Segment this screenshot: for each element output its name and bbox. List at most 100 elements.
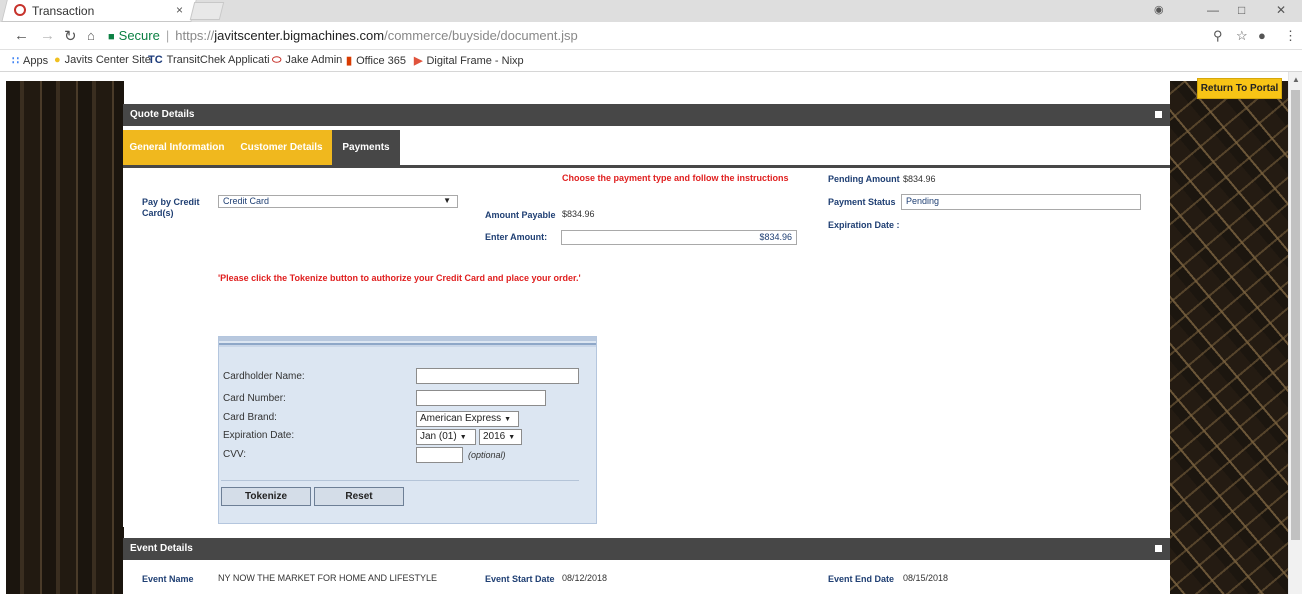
maximize-icon[interactable]: □ [1238,3,1245,17]
oracle-favicon-icon [14,4,26,16]
cardholder-name-input[interactable] [416,368,579,384]
bookmark-label: Apps [23,55,49,67]
home-icon[interactable]: ⌂ [87,28,95,43]
bookmark-javits[interactable]: ● Javits Center Site [54,54,151,66]
bookmark-apps[interactable]: ∷ Apps [12,54,48,67]
bookmark-digital-frame[interactable]: ▶ Digital Frame - Nixp [414,54,524,67]
scrollbar-thumb[interactable] [1291,90,1300,540]
new-tab-button[interactable] [189,2,225,20]
minimize-icon[interactable]: — [1207,3,1219,17]
apps-grid-icon: ∷ [12,55,19,67]
event-details-title: Event Details [130,543,193,554]
nixplay-icon: ▶ [414,55,423,67]
bookmarks-bar: ∷ Apps ● Javits Center Site TC TransitChek … [0,50,1302,72]
form-top-bar [219,337,596,341]
enter-amount-label: Enter Amount: [485,232,548,242]
collapse-icon[interactable] [1155,545,1162,552]
cvv-input[interactable] [416,447,463,463]
bookmark-label: Office 365 [356,55,407,67]
close-tab-icon[interactable]: × [176,3,183,17]
address-bar[interactable]: ■ Secure | https://javitscenter.bigmachines… [108,25,1208,47]
pay-by-label: Pay by Credit Card(s) [142,197,200,218]
event-details-header: Event Details [123,538,1170,560]
scroll-up-icon[interactable]: ▲ [1292,75,1300,84]
payment-type-select[interactable]: Credit Card ▼ [218,195,458,208]
bookmark-label: Jake Admin [285,54,343,66]
reset-button[interactable]: Reset [314,487,404,506]
url-host: javitscenter.bigmachines.com [214,28,385,43]
event-details-panel: Event Details Event Name NY NOW THE MARK… [123,538,1170,594]
tab-customer-details[interactable]: Customer Details [231,130,332,165]
exp-year-value: 2016 [483,431,506,442]
secure-label: Secure [118,28,160,43]
card-brand-select[interactable]: American Express ▼ [416,411,519,427]
dropdown-arrow-icon: ▼ [504,416,512,423]
amount-payable-label: Amount Payable [485,210,556,220]
return-to-portal-button[interactable]: Return To Portal [1197,78,1282,99]
exp-month-value: Jan (01) [420,431,457,442]
url-scheme: https:// [175,28,215,43]
url-path: /commerce/buyside/document.jsp [384,28,578,43]
enter-amount-input[interactable]: $834.96 [561,230,797,245]
bookmark-label: TransitChek Applicati [166,54,270,66]
credit-card-form: Cardholder Name: Card Number: Card Brand… [218,336,597,524]
exp-year-select[interactable]: 2016 ▼ [479,429,522,445]
exp-month-select[interactable]: Jan (01) ▼ [416,429,476,445]
browser-tab-strip: Transaction × ◉ — □ ✕ [0,0,1302,22]
tab-general-information[interactable]: General Information [123,130,231,165]
event-end-label: Event End Date [828,574,895,584]
card-brand-label: Card Brand: [223,412,277,423]
reload-icon[interactable]: ↻ [64,27,77,45]
card-number-input[interactable] [416,390,546,406]
pending-amount-value: $834.96 [903,174,936,184]
cvv-optional-hint: (optional) [468,450,506,460]
event-start-label: Event Start Date [485,574,555,584]
payment-status-field[interactable]: Pending [901,194,1141,210]
bookmark-office365[interactable]: ▮ Office 365 [346,54,406,67]
back-icon[interactable]: ← [14,27,29,44]
payment-type-value: Credit Card [223,196,270,206]
card-brand-value: American Express [420,413,502,424]
chrome-menu-icon[interactable]: ⋮ [1284,28,1297,44]
browser-toolbar: ← → ↻ ⌂ ■ Secure | https://javitscenter.big… [0,22,1302,50]
form-header-bar [219,343,596,347]
cvv-label: CVV: [223,449,246,460]
extension-icon[interactable]: ● [1258,28,1266,43]
bookmark-label: Digital Frame - Nixp [426,55,524,67]
background-image-right [1170,81,1288,594]
profile-icon[interactable]: ◉ [1154,3,1164,16]
tab-payments[interactable]: Payments [332,130,400,165]
bookmark-star-icon[interactable]: ☆ [1236,28,1248,44]
forward-icon[interactable]: → [40,27,55,44]
browser-tab[interactable]: Transaction × [0,0,200,22]
url-separator: | [165,28,170,43]
event-name-value: NY NOW THE MARKET FOR HOME AND LIFESTYLE [218,573,438,583]
yellow-dot-icon: ● [54,54,61,66]
tokenize-notice: 'Please click the Tokenize button to aut… [218,273,581,283]
quote-tabs: General Information Customer Details Pay… [123,130,1170,168]
oracle-icon: ⬭ [272,54,282,66]
tokenize-button[interactable]: Tokenize [221,487,311,506]
dropdown-arrow-icon: ▼ [443,196,451,205]
expiration-date-card-label: Expiration Date: [223,430,295,441]
zoom-icon[interactable]: ⚲ [1213,28,1223,44]
bookmark-jake-admin[interactable]: ⬭ Jake Admin [272,54,342,67]
dropdown-arrow-icon: ▼ [508,434,516,441]
collapse-icon[interactable] [1155,111,1162,118]
close-window-icon[interactable]: ✕ [1276,3,1286,17]
background-image-left [6,81,124,594]
bookmark-transitchek[interactable]: TC TransitChek Applicati [148,54,270,66]
tc-logo-icon: TC [148,54,163,66]
payment-status-label: Payment Status [828,197,896,207]
event-name-label: Event Name [142,574,194,584]
quote-details-panel: Quote Details General Information Custom… [123,104,1170,527]
form-divider [221,480,579,481]
dropdown-arrow-icon: ▼ [459,434,467,441]
office-icon: ▮ [346,55,353,67]
event-start-value: 08/12/2018 [562,573,608,583]
event-end-value: 08/15/2018 [903,573,949,583]
cardholder-name-label: Cardholder Name: [223,371,305,382]
quote-details-header: Quote Details [123,104,1170,126]
page-scrollbar[interactable]: ▲ [1288,72,1302,594]
amount-payable-value: $834.96 [562,209,595,219]
